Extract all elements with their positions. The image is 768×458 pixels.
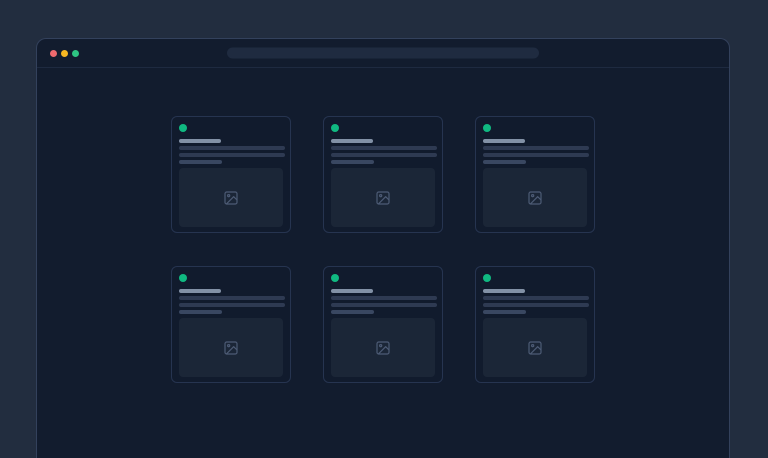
skeleton-lines bbox=[331, 289, 435, 314]
minimize-button[interactable] bbox=[61, 50, 68, 57]
skeleton-line bbox=[331, 296, 437, 300]
image-placeholder bbox=[483, 168, 587, 227]
card[interactable] bbox=[323, 266, 443, 383]
maximize-button[interactable] bbox=[72, 50, 79, 57]
skeleton-lines bbox=[483, 289, 587, 314]
browser-window bbox=[36, 38, 730, 458]
skeleton-lines bbox=[483, 139, 587, 164]
status-dot-icon bbox=[179, 124, 187, 132]
image-icon bbox=[527, 340, 543, 356]
skeleton-line-short bbox=[483, 160, 526, 164]
image-icon bbox=[223, 340, 239, 356]
skeleton-line-short bbox=[179, 160, 222, 164]
skeleton-line bbox=[331, 146, 437, 150]
traffic-lights bbox=[50, 50, 79, 57]
card-grid bbox=[37, 116, 729, 383]
skeleton-line bbox=[483, 146, 589, 150]
card[interactable] bbox=[475, 266, 595, 383]
image-icon bbox=[375, 340, 391, 356]
skeleton-line bbox=[331, 153, 437, 157]
skeleton-line bbox=[483, 303, 589, 307]
card[interactable] bbox=[171, 116, 291, 233]
close-button[interactable] bbox=[50, 50, 57, 57]
skeleton-title bbox=[331, 139, 373, 143]
skeleton-title bbox=[331, 289, 373, 293]
image-icon bbox=[375, 190, 391, 206]
status-dot-icon bbox=[483, 274, 491, 282]
browser-viewport bbox=[37, 68, 729, 383]
image-icon bbox=[223, 190, 239, 206]
image-placeholder bbox=[331, 318, 435, 377]
skeleton-line-short bbox=[331, 310, 374, 314]
card[interactable] bbox=[475, 116, 595, 233]
skeleton-line bbox=[179, 296, 285, 300]
status-dot-icon bbox=[331, 124, 339, 132]
image-placeholder bbox=[331, 168, 435, 227]
status-dot-icon bbox=[331, 274, 339, 282]
image-placeholder bbox=[179, 168, 283, 227]
skeleton-title bbox=[179, 139, 221, 143]
skeleton-line bbox=[483, 296, 589, 300]
card[interactable] bbox=[171, 266, 291, 383]
skeleton-lines bbox=[179, 289, 283, 314]
skeleton-line bbox=[179, 153, 285, 157]
skeleton-line bbox=[179, 303, 285, 307]
skeleton-line-short bbox=[483, 310, 526, 314]
skeleton-line bbox=[331, 303, 437, 307]
image-placeholder bbox=[483, 318, 587, 377]
status-dot-icon bbox=[483, 124, 491, 132]
browser-titlebar bbox=[37, 39, 729, 68]
skeleton-line bbox=[179, 146, 285, 150]
url-bar[interactable] bbox=[227, 48, 539, 59]
skeleton-lines bbox=[179, 139, 283, 164]
skeleton-line-short bbox=[179, 310, 222, 314]
skeleton-line-short bbox=[331, 160, 374, 164]
skeleton-title bbox=[179, 289, 221, 293]
skeleton-title bbox=[483, 289, 525, 293]
status-dot-icon bbox=[179, 274, 187, 282]
card[interactable] bbox=[323, 116, 443, 233]
image-icon bbox=[527, 190, 543, 206]
skeleton-title bbox=[483, 139, 525, 143]
skeleton-line bbox=[483, 153, 589, 157]
image-placeholder bbox=[179, 318, 283, 377]
skeleton-lines bbox=[331, 139, 435, 164]
